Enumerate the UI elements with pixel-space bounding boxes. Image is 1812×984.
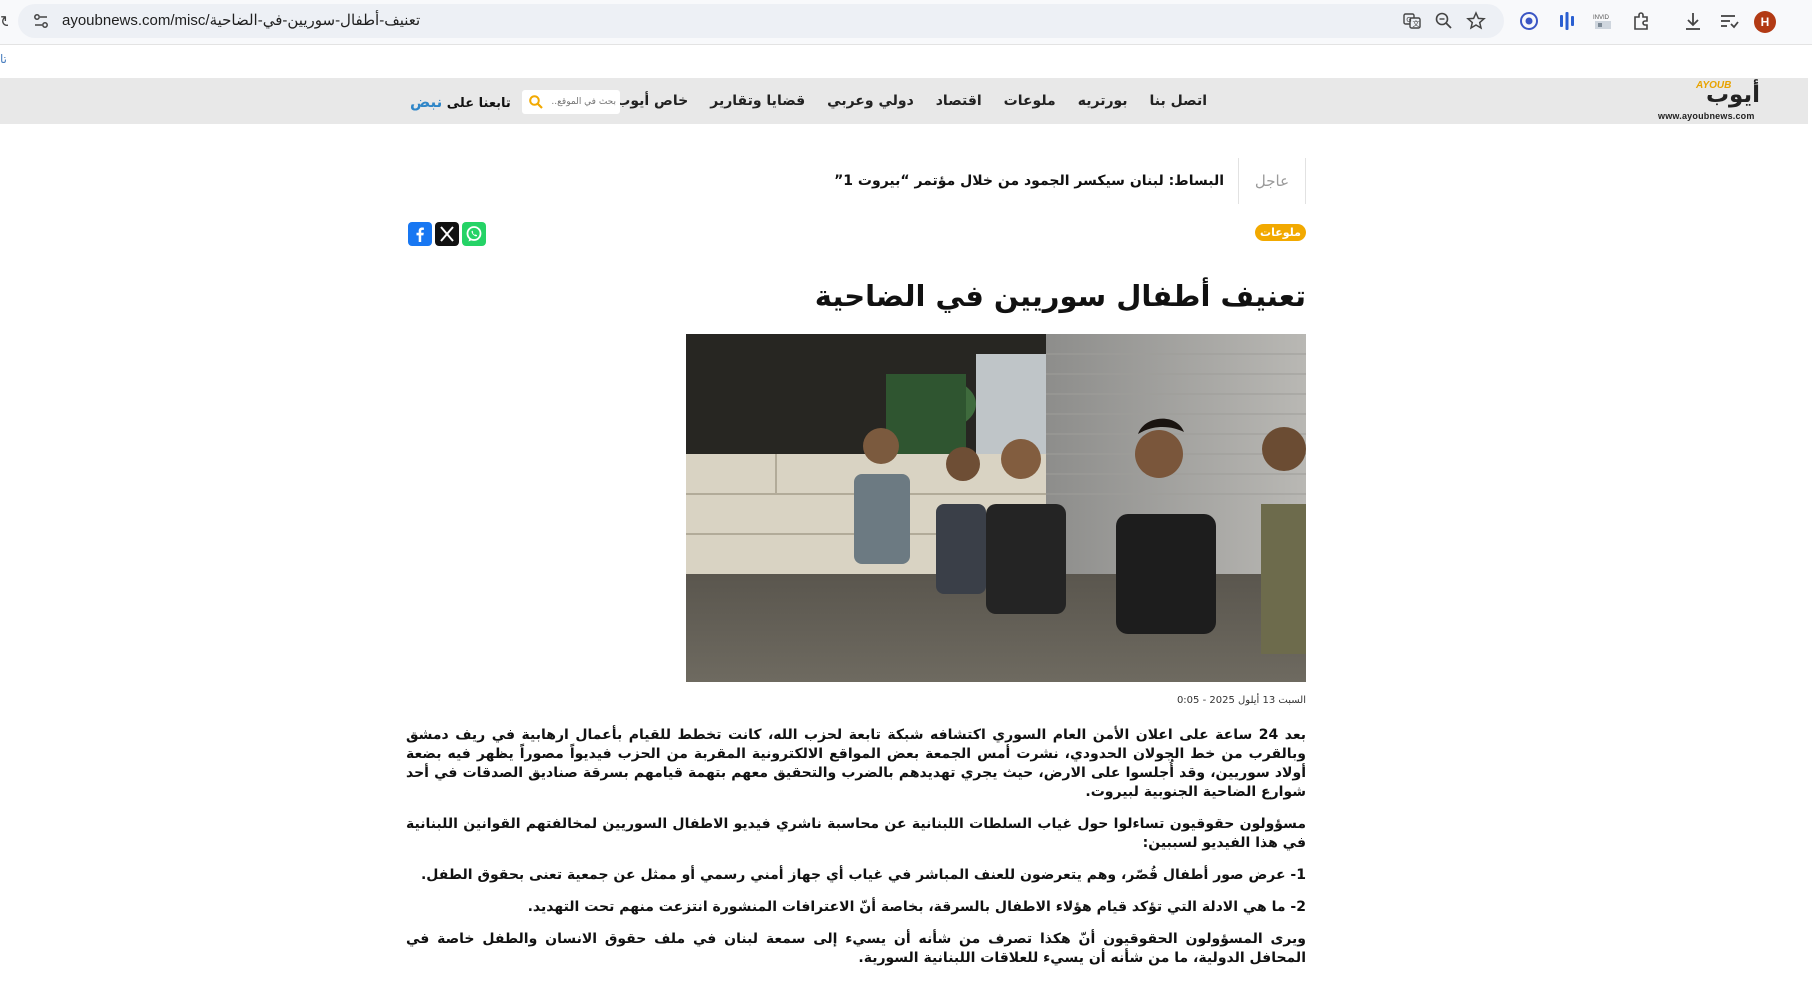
- x-icon[interactable]: [435, 222, 459, 246]
- url-text[interactable]: ayoubnews.com/misc/تعنيف-أطفال-سوريين-في…: [62, 4, 420, 38]
- extensions-puzzle-icon[interactable]: [1630, 10, 1652, 32]
- zoom-icon[interactable]: [1434, 11, 1454, 31]
- article-body: بعد 24 ساعة على اعلان الأمن العام السوري…: [406, 726, 1306, 981]
- menu-item-contact[interactable]: اتصل بنا: [1139, 78, 1218, 124]
- facebook-icon[interactable]: [408, 222, 432, 246]
- logo-url: www.ayoubnews.com: [1658, 111, 1755, 121]
- breaking-label: عاجل: [1238, 158, 1306, 204]
- download-icon[interactable]: [1682, 10, 1704, 32]
- extension-icon[interactable]: [1556, 10, 1578, 32]
- article-paragraph: بعد 24 ساعة على اعلان الأمن العام السوري…: [406, 727, 1306, 800]
- site-logo[interactable]: AYOUB أيوب www.ayoubnews.com: [1656, 80, 1768, 124]
- extension-icon[interactable]: [1518, 10, 1540, 32]
- breaking-news-bar: عاجل البساط: لبنان سيكسر الجمود من خلال …: [834, 158, 1306, 204]
- menu-item-issues-reports[interactable]: قضايا وتقارير: [699, 78, 816, 124]
- site-info-icon[interactable]: [32, 12, 50, 30]
- article-paragraph: 1- عرض صور أطفال قُصّر، وهم يتعرضون للعن…: [420, 867, 1306, 883]
- bookmark-star-icon[interactable]: [1466, 11, 1486, 31]
- category-badge[interactable]: ملوعات: [1255, 224, 1306, 241]
- search-input[interactable]: [552, 90, 616, 114]
- translate-icon[interactable]: G 文: [1402, 11, 1422, 31]
- reload-icon[interactable]: ↻: [0, 12, 8, 32]
- breaking-headline[interactable]: البساط: لبنان سيكسر الجمود من خلال مؤتمر…: [834, 158, 1224, 204]
- follow-prefix: تابعنا على: [442, 96, 511, 111]
- menu-item-international-arab[interactable]: دولي وعربي: [816, 78, 925, 124]
- menu-item-economy[interactable]: اقتصاد: [925, 78, 993, 124]
- article-paragraph: مسؤولون حقوقيون تساءلوا حول غياب السلطات…: [406, 816, 1306, 851]
- article-hero-image[interactable]: [686, 334, 1306, 682]
- search-icon[interactable]: [528, 94, 544, 110]
- svg-text:G: G: [1406, 16, 1411, 24]
- follow-on-nabd[interactable]: تابعنا على نبض: [410, 78, 511, 128]
- article-title: تعنيف أطفال سوريين في الضاحية: [814, 279, 1306, 313]
- article-paragraph: ويرى المسؤولون الحقوقيون أنّ هكذا تصرف م…: [406, 931, 1306, 966]
- reading-list-icon[interactable]: [1718, 10, 1740, 32]
- main-menu: الرئيسية خاص أيوب قضايا وتقارير دولي وعر…: [525, 78, 1218, 124]
- svg-text:INVID: INVID: [1593, 15, 1610, 21]
- site-search: [522, 90, 620, 114]
- menu-item-portrait[interactable]: بورتريه: [1067, 78, 1139, 124]
- profile-avatar[interactable]: H: [1754, 11, 1776, 33]
- whatsapp-icon[interactable]: [462, 222, 486, 246]
- menu-item-misc[interactable]: ملوعات: [993, 78, 1067, 124]
- left-edge-text: تا: [0, 52, 6, 66]
- article-paragraph: 2- ما هي الادلة التي تؤكد قيام هؤلاء الا…: [527, 899, 1306, 915]
- logo-word: أيوب: [1705, 82, 1760, 108]
- article-date: السبت 13 أيلول 2025 - 0:05: [1176, 695, 1306, 706]
- site-header: AYOUB أيوب www.ayoubnews.com الرئيسية خا…: [0, 78, 1808, 124]
- extension-icon[interactable]: INVID: [1592, 10, 1614, 32]
- svg-text:文: 文: [1413, 19, 1420, 28]
- toolbar-divider: [0, 44, 1812, 45]
- nabd-brand: نبض: [410, 93, 443, 111]
- browser-toolbar: ↻ ayoubnews.com/misc/تعنيف-أطفال-سوريين-…: [0, 0, 1812, 44]
- address-bar[interactable]: ayoubnews.com/misc/تعنيف-أطفال-سوريين-في…: [18, 4, 1504, 38]
